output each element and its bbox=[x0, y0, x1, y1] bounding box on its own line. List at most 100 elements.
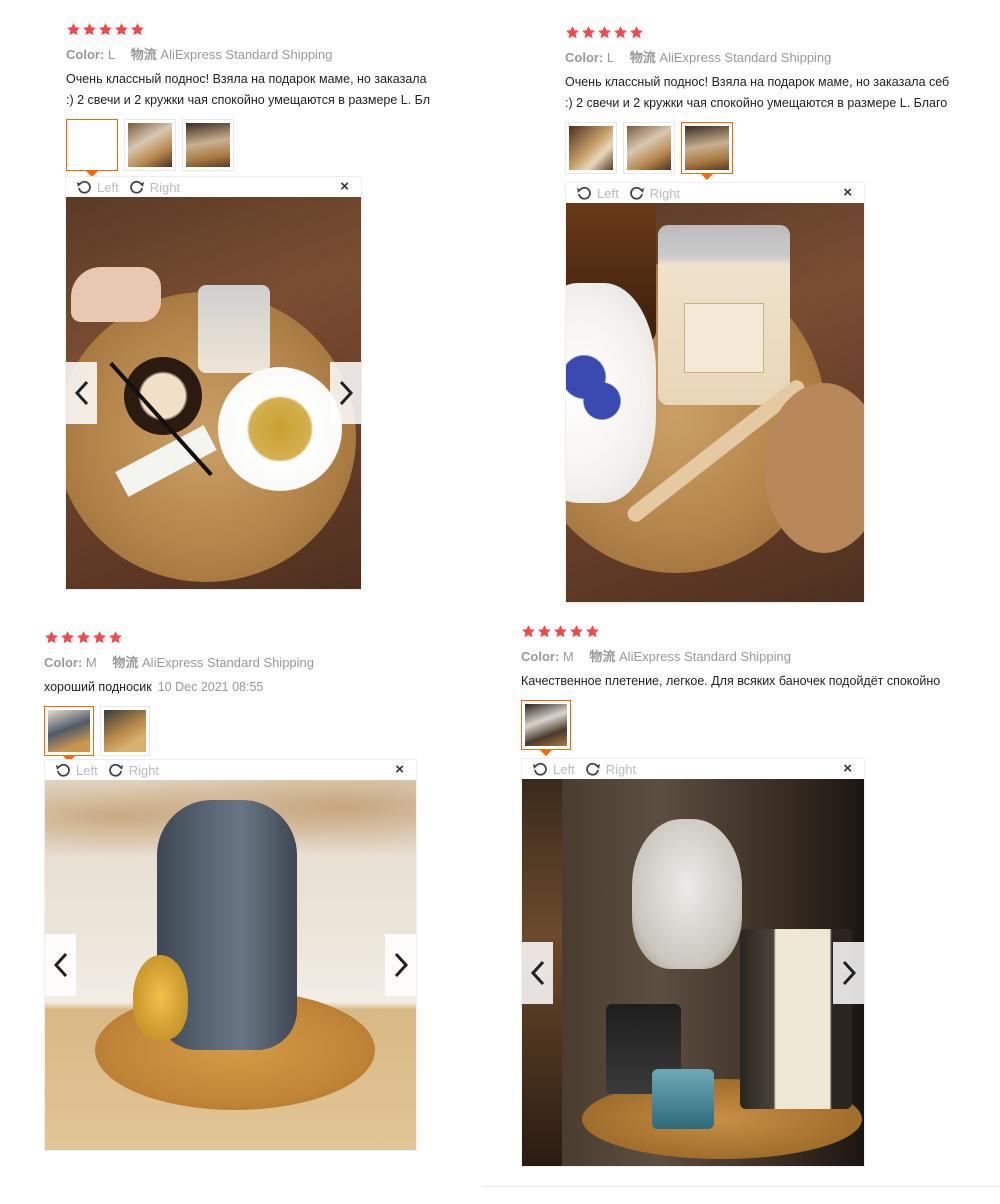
star-icon bbox=[597, 25, 612, 40]
rotate-left-label: Left bbox=[553, 761, 575, 777]
rotate-right-button[interactable]: Right bbox=[129, 179, 180, 195]
star-icon bbox=[60, 630, 75, 645]
color-value: L bbox=[606, 50, 615, 65]
close-icon[interactable]: × bbox=[843, 184, 852, 201]
star-icon bbox=[82, 22, 97, 37]
close-icon[interactable]: × bbox=[395, 761, 404, 778]
shipping-value: AliExpress Standard Shipping bbox=[160, 47, 333, 62]
viewer-toolbar: Left Right × bbox=[566, 183, 864, 203]
review-thumbnail[interactable] bbox=[681, 122, 733, 180]
star-icon bbox=[66, 22, 81, 37]
prev-image-button[interactable] bbox=[66, 362, 97, 424]
review-card: Color: M 物流 AliExpress Standard Shipping… bbox=[521, 624, 1000, 756]
review-thumbnail[interactable] bbox=[66, 119, 118, 177]
chevron-left-icon bbox=[74, 380, 88, 406]
divider bbox=[482, 1186, 1000, 1187]
rotate-left-label: Left bbox=[97, 179, 119, 195]
review-text-line2: :) 2 свечи и 2 кружки чая спокойно умеща… bbox=[565, 96, 948, 110]
rotate-right-icon bbox=[629, 186, 644, 200]
image-viewer: Left Right × bbox=[65, 176, 362, 590]
shipping-value: AliExpress Standard Shipping bbox=[142, 655, 315, 670]
review-photo bbox=[566, 203, 864, 602]
next-image-button[interactable] bbox=[385, 934, 416, 996]
star-icon bbox=[114, 22, 129, 37]
star-icon bbox=[553, 624, 568, 639]
thumbnail-strip bbox=[521, 700, 1000, 756]
star-icon bbox=[108, 630, 123, 645]
rotate-right-icon bbox=[129, 180, 144, 194]
prev-image-button[interactable] bbox=[45, 934, 76, 996]
review-thumbnail[interactable] bbox=[565, 122, 617, 174]
review-thumbnail[interactable] bbox=[100, 706, 150, 756]
chevron-right-icon bbox=[842, 960, 856, 985]
chevron-right-icon bbox=[394, 952, 408, 978]
review-meta: Color: M 物流 AliExpress Standard Shipping bbox=[521, 648, 1000, 666]
review-thumbnail[interactable] bbox=[182, 119, 234, 171]
star-icon bbox=[581, 25, 596, 40]
rotate-right-button[interactable]: Right bbox=[585, 761, 636, 777]
close-icon[interactable]: × bbox=[340, 178, 349, 195]
rotate-right-button[interactable]: Right bbox=[629, 185, 680, 201]
shipping-value: AliExpress Standard Shipping bbox=[619, 649, 792, 664]
color-value: M bbox=[85, 655, 97, 670]
image-viewer: Left Right × bbox=[565, 182, 865, 603]
rotate-left-icon bbox=[56, 763, 70, 777]
shipping-label: 物流 bbox=[130, 47, 157, 62]
chevron-right-icon bbox=[339, 380, 353, 406]
rotate-left-button[interactable]: Left bbox=[576, 185, 619, 201]
rotate-right-label: Right bbox=[149, 179, 181, 195]
star-icon bbox=[585, 624, 600, 639]
color-value: M bbox=[562, 649, 574, 664]
review-card: Color: M 物流 AliExpress Standard Shipping… bbox=[44, 630, 474, 762]
rotate-left-button[interactable]: Left bbox=[76, 179, 119, 195]
shipping-label: 物流 bbox=[112, 655, 139, 670]
rotate-right-label: Right bbox=[649, 185, 681, 201]
star-rating bbox=[44, 630, 474, 648]
next-image-button[interactable] bbox=[330, 362, 361, 424]
review-card: Color: L 物流 AliExpress Standard Shipping… bbox=[66, 22, 476, 177]
image-viewer: Left Right × bbox=[521, 758, 865, 1167]
thumbnail-strip bbox=[66, 119, 476, 177]
star-icon bbox=[98, 22, 113, 37]
color-label: Color: bbox=[521, 649, 560, 664]
review-meta: Color: L 物流 AliExpress Standard Shipping bbox=[66, 46, 476, 64]
star-icon bbox=[76, 630, 91, 645]
next-image-button[interactable] bbox=[833, 941, 864, 1004]
color-label: Color: bbox=[565, 50, 604, 65]
rotate-left-button[interactable]: Left bbox=[55, 762, 98, 778]
viewer-toolbar: Left Right × bbox=[45, 760, 416, 780]
chevron-left-icon bbox=[530, 960, 544, 985]
star-icon bbox=[92, 630, 107, 645]
thumbnail-strip bbox=[565, 122, 1000, 180]
prev-image-button[interactable] bbox=[522, 941, 553, 1004]
review-meta: Color: M 物流 AliExpress Standard Shipping bbox=[44, 654, 474, 672]
star-icon bbox=[537, 624, 552, 639]
viewer-toolbar: Left Right × bbox=[522, 759, 864, 779]
color-label: Color: bbox=[66, 47, 105, 62]
star-rating bbox=[521, 624, 1000, 642]
review-photo bbox=[45, 780, 416, 1150]
shipping-label: 物流 bbox=[629, 50, 656, 65]
rotate-right-button[interactable]: Right bbox=[108, 762, 159, 778]
color-label: Color: bbox=[44, 655, 83, 670]
rotate-left-button[interactable]: Left bbox=[532, 761, 575, 777]
review-text-body: хороший подносик bbox=[44, 680, 152, 694]
review-thumbnail[interactable] bbox=[521, 700, 571, 756]
rotate-left-icon bbox=[577, 186, 591, 200]
review-photo bbox=[522, 779, 864, 1166]
review-text: Качественное плетение, легкое. Для всяки… bbox=[521, 674, 941, 688]
rotate-right-label: Right bbox=[605, 761, 637, 777]
star-icon bbox=[569, 624, 584, 639]
close-icon[interactable]: × bbox=[843, 760, 852, 777]
star-icon bbox=[521, 624, 536, 639]
color-value: L bbox=[107, 47, 116, 62]
star-icon bbox=[629, 25, 644, 40]
review-thumbnail[interactable] bbox=[44, 706, 94, 762]
review-thumbnail[interactable] bbox=[124, 119, 176, 171]
review-date: 10 Dec 2021 08:55 bbox=[157, 680, 264, 694]
thumbnail-strip bbox=[44, 706, 474, 762]
star-rating bbox=[565, 25, 1000, 43]
chevron-left-icon bbox=[53, 952, 67, 978]
review-thumbnail[interactable] bbox=[623, 122, 675, 174]
star-rating bbox=[66, 22, 476, 40]
